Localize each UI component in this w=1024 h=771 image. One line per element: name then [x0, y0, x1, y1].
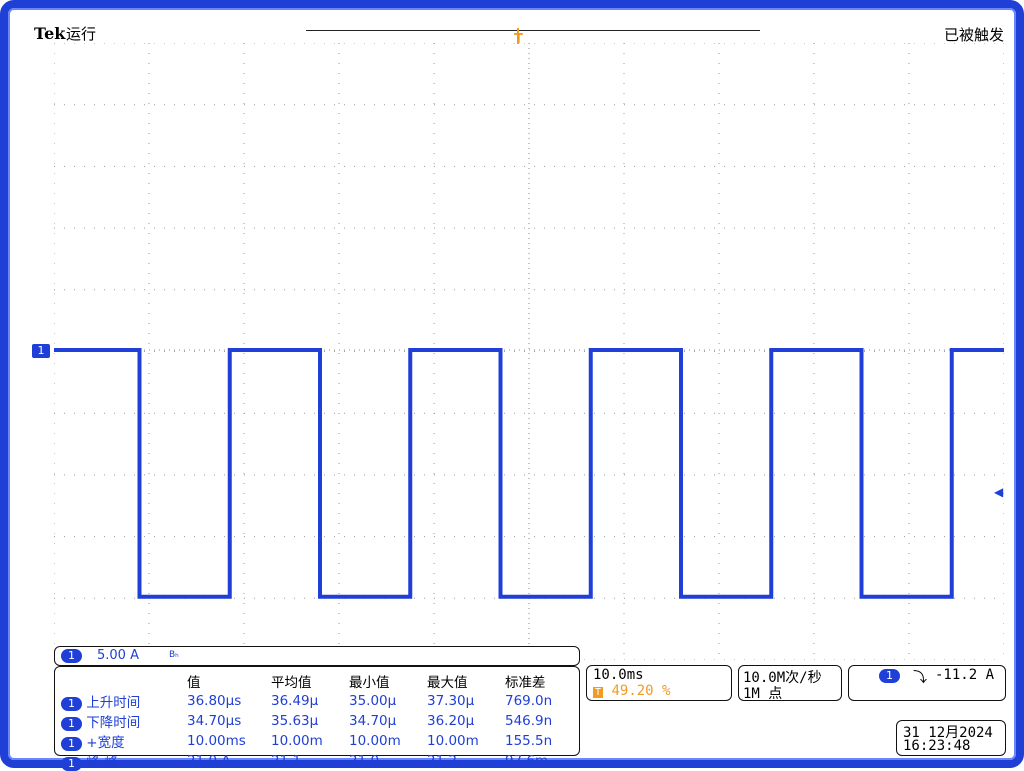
measurement-panel[interactable]: 值 平均值 最小值 最大值 标准差 1 上升时间 36.80µs 36.49µ …: [54, 666, 580, 771]
record-length-bar: [306, 30, 760, 31]
measurement-label: 1 +宽度: [61, 731, 187, 751]
channel-1-badge: 1: [61, 649, 82, 663]
measurement-name: 下降时间: [86, 715, 141, 731]
measurement-label: 1 峰-峰: [61, 751, 187, 771]
datetime-panel: 31 12月2024 16:23:48: [896, 720, 1006, 756]
measurement-max: 21.2: [427, 753, 458, 769]
channel-1-badge: 1: [61, 697, 82, 711]
measurement-max: 37.30µ: [427, 693, 475, 709]
horizontal-settings-panel[interactable]: 10.0ms T 49.20 %: [586, 665, 732, 701]
measurement-std: 769.0n: [505, 693, 553, 709]
measurement-min: 34.70µ: [349, 713, 397, 729]
measurement-header-max: 最大值: [427, 675, 468, 691]
measurement-header-row: 值 平均值 最小值 最大值 标准差: [61, 671, 560, 691]
measurement-min: 10.00m: [349, 733, 401, 749]
run-status: 运行: [66, 25, 97, 43]
brand-logo: Tek: [34, 24, 66, 43]
measurement-mean: 10.00m: [271, 733, 323, 749]
measurement-value: 36.80µs: [187, 693, 242, 709]
measurement-row[interactable]: 1 下降时间 34.70µs 35.63µ 34.70µ 36.20µ 546.…: [61, 711, 560, 731]
measurement-header-mean: 平均值: [271, 675, 312, 691]
measurement-max: 36.20µ: [427, 713, 475, 729]
scope-frame: Tek 运行 已被触发 T 1 ◀ 1 5.00 A Bₕ 值 平均值 最小值 …: [0, 0, 1024, 771]
trigger-source-badge: 1: [879, 669, 900, 683]
waveform-display: [54, 43, 1004, 660]
trigger-t-icon: T: [593, 687, 604, 698]
measurement-table: 值 平均值 最小值 最大值 标准差 1 上升时间 36.80µs 36.49µ …: [61, 671, 560, 771]
falling-edge-icon: ⤵: [913, 670, 927, 686]
record-length: 1M 点: [743, 686, 783, 702]
trigger-settings-panel[interactable]: 1 ⤵ -11.2 A: [848, 665, 1006, 701]
channel-scale-panel[interactable]: 1 5.00 A Bₕ: [54, 646, 580, 666]
trigger-position-value: 49.20 %: [611, 683, 671, 699]
measurement-header-min: 最小值: [349, 675, 390, 691]
trigger-position-readout: T 49.20 %: [593, 683, 670, 699]
measurement-std: 97.6m: [505, 753, 549, 769]
measurement-row[interactable]: 1 +宽度 10.00ms 10.00m 10.00m 10.00m 155.5…: [61, 731, 560, 751]
measurement-header-std: 标准差: [505, 675, 546, 691]
trigger-status: 已被触发: [943, 26, 1004, 44]
channel-scale: 5.00 A: [97, 648, 139, 663]
measurement-name: +宽度: [86, 735, 125, 751]
measurement-mean: 35.63µ: [271, 713, 319, 729]
measurement-value: 34.70µs: [187, 713, 242, 729]
measurement-std: 546.9n: [505, 713, 553, 729]
measurement-label: 1 上升时间: [61, 691, 187, 711]
trigger-level-marker[interactable]: ◀: [994, 485, 1003, 499]
measurement-name: 上升时间: [86, 695, 141, 711]
channel-1-badge: 1: [61, 757, 82, 771]
measurement-header-name: [61, 671, 187, 691]
measurement-header-value: 值: [187, 675, 201, 691]
measurement-row[interactable]: 1 峰-峰 21.0 A 21.1 21.0 21.2 97.6m: [61, 751, 560, 771]
acquisition-panel[interactable]: 10.0M次/秒 1M 点: [738, 665, 842, 702]
time-text: 16:23:48: [903, 738, 971, 754]
measurement-mean: 21.1: [271, 753, 302, 769]
measurement-name: 峰-峰: [86, 755, 119, 771]
measurement-min: 35.00µ: [349, 693, 397, 709]
channel-1-badge: 1: [61, 737, 82, 751]
measurement-value: 21.0 A: [187, 753, 231, 769]
measurement-max: 10.00m: [427, 733, 479, 749]
measurement-value: 10.00ms: [187, 733, 246, 749]
measurement-row[interactable]: 1 上升时间 36.80µs 36.49µ 35.00µ 37.30µ 769.…: [61, 691, 560, 711]
measurement-std: 155.5n: [505, 733, 553, 749]
measurement-label: 1 下降时间: [61, 711, 187, 731]
bandwidth-limit-icon: Bₕ: [169, 650, 179, 660]
channel-1-badge: 1: [61, 717, 82, 731]
measurement-mean: 36.49µ: [271, 693, 319, 709]
timebase-value: 10.0ms: [593, 667, 644, 683]
trigger-level: -11.2 A: [935, 667, 995, 683]
channel-1-ground-marker[interactable]: 1: [32, 344, 50, 358]
measurement-min: 21.0: [349, 753, 380, 769]
